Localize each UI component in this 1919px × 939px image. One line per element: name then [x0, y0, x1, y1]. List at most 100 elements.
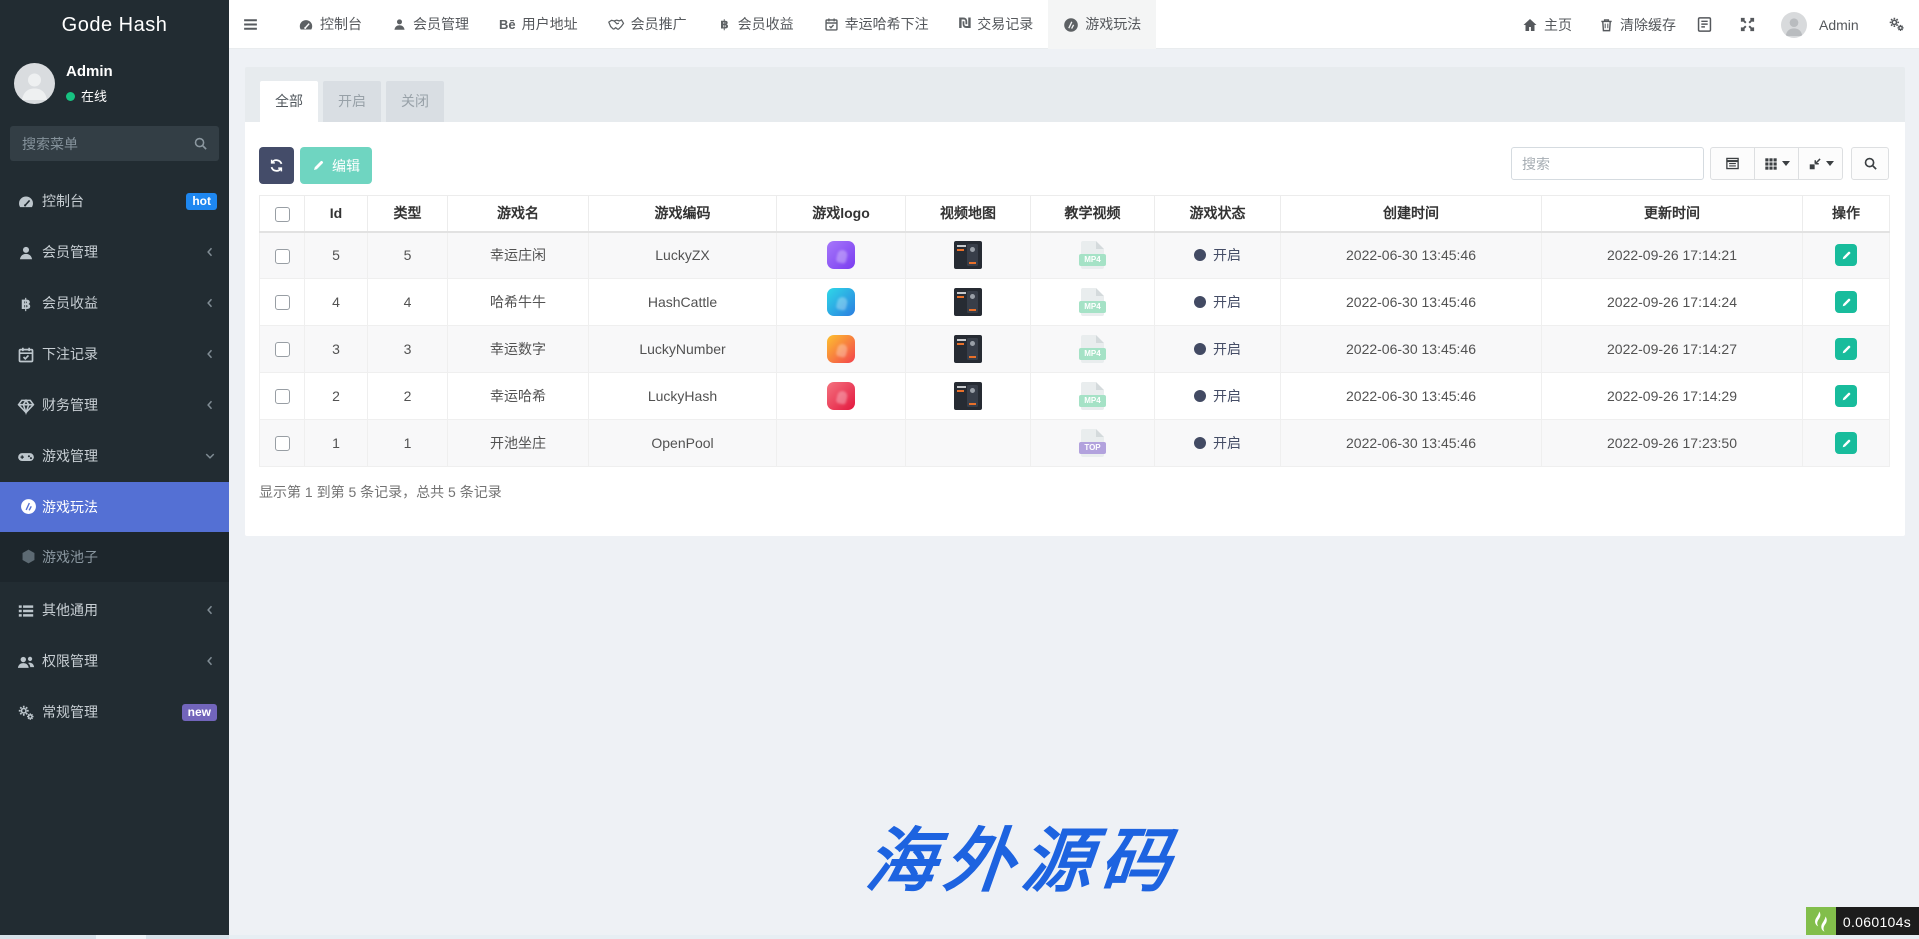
row-checkbox[interactable] [275, 249, 290, 264]
sidebar-item-bet-records[interactable]: 下注记录 [0, 329, 229, 380]
video-file-icon[interactable]: MP4 [1081, 335, 1104, 363]
row-checkbox[interactable] [275, 389, 290, 404]
nav-user[interactable]: Admin [1781, 0, 1859, 49]
nav-tab-console[interactable]: 控制台 [283, 0, 377, 49]
sidebar-item-other-common[interactable]: 其他通用 [0, 585, 229, 636]
row-checkbox[interactable] [275, 436, 290, 451]
watermark-text: 海外源码 [862, 805, 1213, 906]
nav-home[interactable]: 主页 [1522, 0, 1572, 49]
game-logo-image[interactable] [827, 241, 855, 269]
hot-badge: hot [186, 193, 217, 210]
video-map-image[interactable] [954, 241, 982, 269]
tab-open[interactable]: 开启 [323, 81, 381, 122]
col-actions[interactable]: 操作 [1803, 196, 1890, 232]
sidebar-menu: 控制台 hot 会员管理 ฿ 会员收益 下注记录 [0, 176, 229, 738]
sidebar-item-game-pool[interactable]: 游戏池子 [0, 532, 229, 582]
sidebar-item-member-income[interactable]: ฿ 会员收益 [0, 278, 229, 329]
sidebar-item-permissions[interactable]: 权限管理 [0, 636, 229, 687]
avatar [14, 63, 55, 104]
export-button[interactable] [1798, 147, 1843, 180]
refresh-icon [269, 158, 284, 173]
sidebar-item-game-management[interactable]: 游戏管理 [0, 431, 229, 482]
col-logo[interactable]: 游戏logo [777, 196, 906, 232]
select-all-checkbox[interactable] [275, 207, 290, 222]
tab-all[interactable]: 全部 [260, 81, 318, 122]
sidebar-item-general[interactable]: 常规管理 new [0, 687, 229, 738]
video-file-icon[interactable]: MP4 [1081, 382, 1104, 410]
nav-tab-member-income[interactable]: ฿ 会员收益 [702, 0, 809, 49]
search-button[interactable] [1851, 147, 1889, 180]
svg-text:฿: ฿ [720, 18, 728, 32]
col-code[interactable]: 游戏编码 [589, 196, 777, 232]
sidebar-item-finance[interactable]: 财务管理 [0, 380, 229, 431]
video-map-image[interactable] [954, 288, 982, 316]
col-name[interactable]: 游戏名 [448, 196, 589, 232]
table-row: 1 1 开池坐庄 OpenPool TOP 开启 2022-06-30 13:4… [260, 420, 1890, 467]
refresh-button[interactable] [259, 147, 294, 184]
row-edit-button[interactable] [1835, 385, 1857, 407]
video-file-icon[interactable]: MP4 [1081, 241, 1104, 269]
nav-tab-user-address[interactable]: Bē 用户地址 [484, 0, 593, 49]
debug-toolbar[interactable]: 0.060104s [1806, 907, 1919, 938]
status-badge: 开启 [1194, 341, 1241, 357]
video-map-image[interactable] [954, 382, 982, 410]
row-checkbox[interactable] [275, 342, 290, 357]
tab-closed[interactable]: 关闭 [386, 81, 444, 122]
navbar-tabs: 控制台 会员管理 Bē 用户地址 会员推广 ฿ 会员收益 幸运哈希下注 ₪ 交易… [283, 0, 1156, 49]
col-tutorial-video[interactable]: 教学视频 [1031, 196, 1155, 232]
sidebar-item-game-play[interactable]: 游戏玩法 [0, 482, 229, 532]
row-edit-button[interactable] [1835, 338, 1857, 360]
users-icon [17, 653, 35, 671]
col-status[interactable]: 游戏状态 [1155, 196, 1281, 232]
col-id[interactable]: Id [305, 196, 368, 232]
nav-clear-cache[interactable]: 清除缓存 [1599, 0, 1676, 49]
nav-tab-members[interactable]: 会员管理 [377, 0, 484, 49]
table-search-input[interactable] [1511, 147, 1704, 180]
panel-body: 编辑 [245, 122, 1905, 536]
row-edit-button[interactable] [1835, 432, 1857, 454]
video-map-image[interactable] [954, 335, 982, 363]
chevron-left-icon [204, 399, 216, 411]
calendar-icon [17, 346, 35, 364]
sidebar-search-input[interactable] [22, 126, 182, 161]
columns-button[interactable] [1754, 147, 1799, 180]
new-badge: new [182, 704, 217, 721]
col-created[interactable]: 创建时间 [1281, 196, 1542, 232]
sidebar-item-console[interactable]: 控制台 hot [0, 176, 229, 227]
col-video-map[interactable]: 视频地图 [906, 196, 1031, 232]
detail-view-button[interactable] [1710, 147, 1755, 180]
horizontal-scrollbar[interactable] [0, 935, 1919, 939]
nav-fullscreen-icon[interactable] [1740, 0, 1755, 49]
game-logo-image[interactable] [827, 335, 855, 363]
nav-tab-member-promo[interactable]: 会员推广 [593, 0, 702, 49]
status-dot-icon [1194, 249, 1206, 261]
list-icon [17, 602, 35, 620]
row-checkbox[interactable] [275, 295, 290, 310]
search-icon[interactable] [193, 136, 208, 151]
status-badge: 开启 [1194, 388, 1241, 404]
col-type[interactable]: 类型 [368, 196, 448, 232]
trash-icon [1599, 17, 1614, 33]
nav-tab-game-play[interactable]: 游戏玩法 [1048, 0, 1156, 49]
sidebar-toggle-icon[interactable] [242, 16, 259, 33]
status-badge: 开启 [1194, 294, 1241, 310]
cogs-icon [1888, 16, 1905, 33]
video-file-icon[interactable]: MP4 [1081, 288, 1104, 316]
table-row: 5 5 幸运庄闲 LuckyZX MP4 开启 2022-06-30 13:45… [260, 232, 1890, 279]
row-edit-button[interactable] [1835, 291, 1857, 313]
status-dot-icon [1194, 343, 1206, 355]
nav-settings[interactable] [1888, 0, 1905, 49]
sidebar-item-members[interactable]: 会员管理 [0, 227, 229, 278]
nav-tab-lucky-hash-bet[interactable]: 幸运哈希下注 [809, 0, 944, 49]
nav-tab-transactions[interactable]: ₪ 交易记录 [944, 0, 1049, 49]
col-updated[interactable]: 更新时间 [1542, 196, 1803, 232]
nav-language-icon[interactable] [1696, 0, 1713, 49]
table-header-row: Id 类型 游戏名 游戏编码 游戏logo 视频地图 教学视频 游戏状态 创建时… [260, 196, 1890, 232]
game-logo-image[interactable] [827, 382, 855, 410]
edit-button[interactable]: 编辑 [300, 147, 372, 184]
video-file-icon[interactable]: TOP [1081, 429, 1104, 457]
top-navbar: 控制台 会员管理 Bē 用户地址 会员推广 ฿ 会员收益 幸运哈希下注 ₪ 交易… [229, 0, 1919, 49]
table-row: 3 3 幸运数字 LuckyNumber MP4 开启 2022-06-30 1… [260, 326, 1890, 373]
game-logo-image[interactable] [827, 288, 855, 316]
row-edit-button[interactable] [1835, 244, 1857, 266]
